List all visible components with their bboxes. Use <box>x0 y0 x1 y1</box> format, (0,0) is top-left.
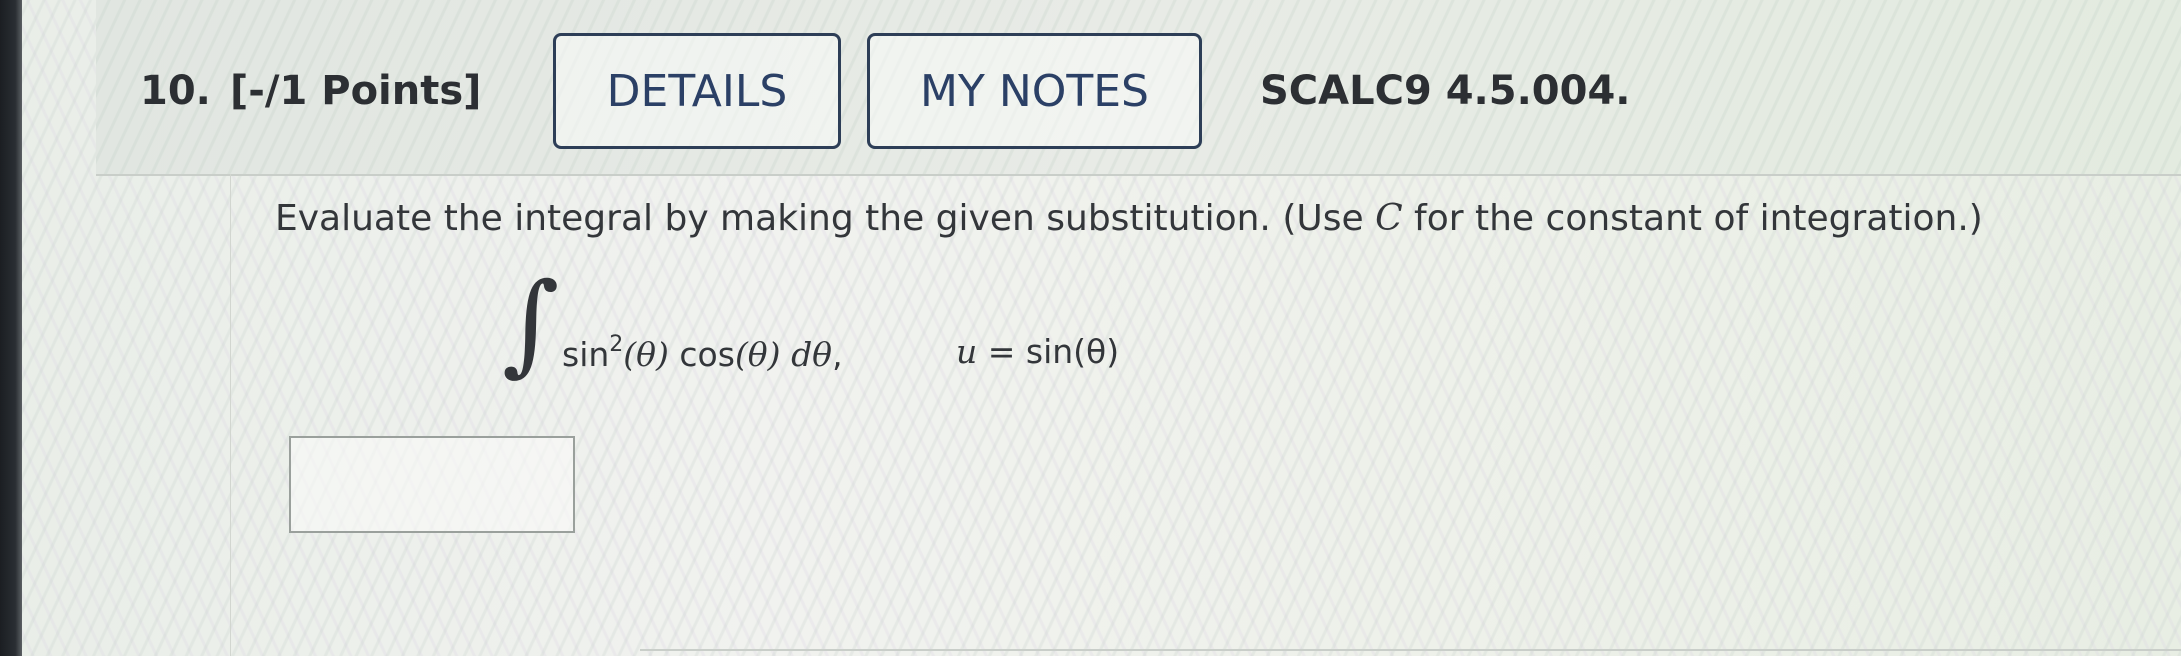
constant-variable: C <box>1375 198 1403 239</box>
my-notes-button[interactable]: MY NOTES <box>867 33 1202 149</box>
problem-reference: SCALC9 4.5.004. <box>1260 68 1631 114</box>
theta-argument: (θ) <box>734 335 781 374</box>
answer-input[interactable] <box>289 436 575 533</box>
integrand: sin2(θ) cos(θ) dθ, <box>562 332 843 374</box>
instruction-text-start: Evaluate the integral by making the give… <box>275 198 1376 239</box>
comma: , <box>832 335 843 374</box>
differential: dθ <box>791 335 833 374</box>
problem-instruction: Evaluate the integral by making the give… <box>275 198 1983 239</box>
points-label: [-/1 Points] <box>230 68 482 114</box>
cos-function: cos <box>679 335 735 374</box>
exponent: 2 <box>609 332 624 357</box>
substitution: u = sin(θ) <box>956 332 1119 371</box>
substitution-variable: u <box>956 332 978 371</box>
question-number: 10. <box>140 68 211 114</box>
details-button[interactable]: DETAILS <box>553 33 841 149</box>
sin-function: sin <box>562 335 610 374</box>
substitution-expression: = sin(θ) <box>977 332 1120 371</box>
theta-argument: (θ) <box>623 335 669 374</box>
divider <box>640 649 2181 651</box>
question-body <box>230 174 2181 656</box>
screen-bezel <box>0 0 22 656</box>
instruction-text-end: for the constant of integration.) <box>1402 198 1983 239</box>
integral-sign: ∫ <box>502 259 560 387</box>
